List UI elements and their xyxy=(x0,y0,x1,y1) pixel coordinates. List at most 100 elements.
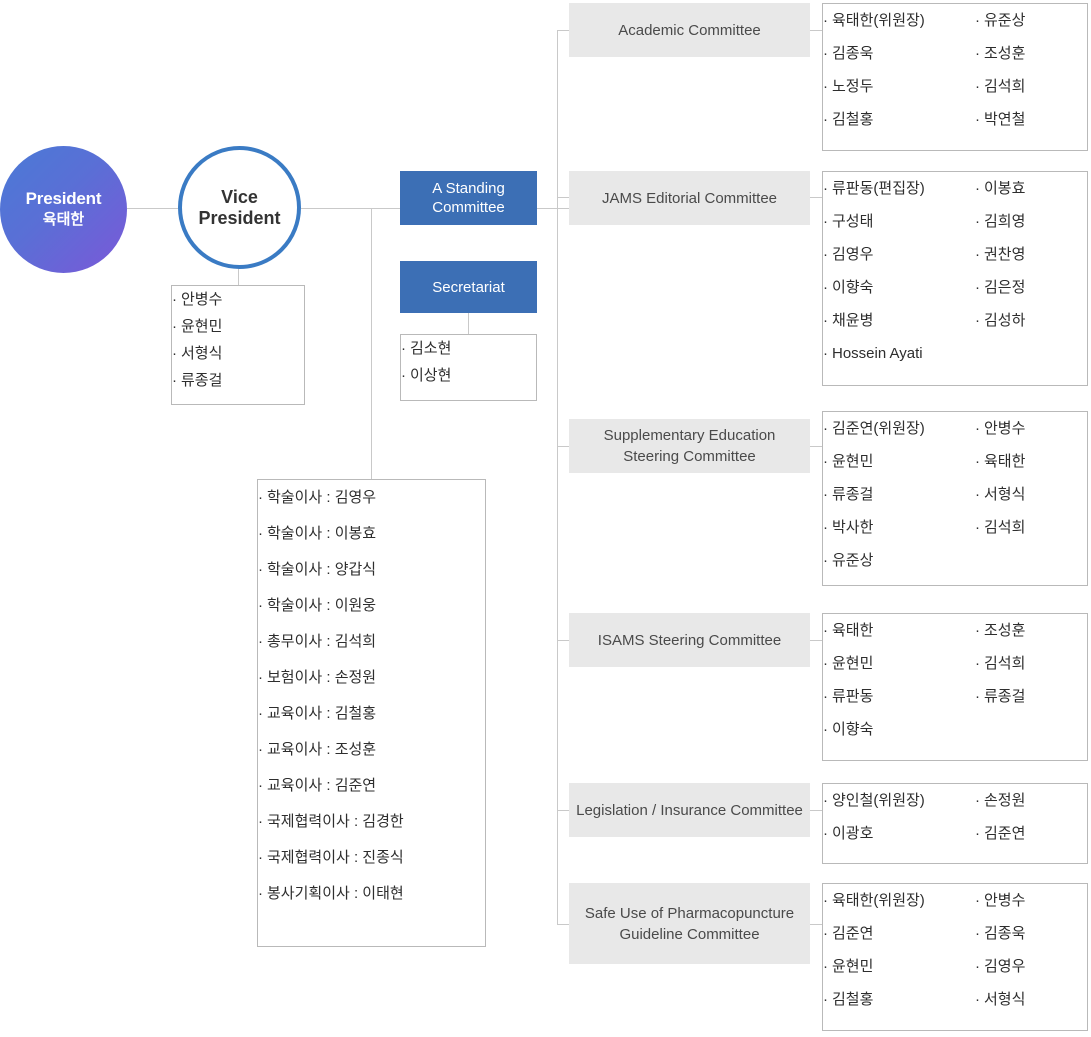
directors-box: 학술이사 : 김영우 학술이사 : 이봉효 학술이사 : 양갑식 학술이사 : … xyxy=(257,479,486,947)
vice-president-members-box: 안병수 윤현민 서형식 류종걸 xyxy=(171,285,305,405)
directors-list: 학술이사 : 김영우 학술이사 : 이봉효 학술이사 : 양갑식 학술이사 : … xyxy=(258,480,485,912)
list-item: 권찬영 xyxy=(975,238,1087,271)
committee-trunk-line xyxy=(557,30,558,924)
list-item: 이향숙 xyxy=(823,713,975,746)
list-item: Hossein Ayati xyxy=(823,337,1087,370)
secretariat-box[interactable]: Secretariat xyxy=(400,261,537,313)
list-item: 류종걸 xyxy=(975,680,1087,713)
list-item: 학술이사 : 이봉효 xyxy=(258,516,485,552)
connector-secretariat-to-members xyxy=(468,312,469,334)
list-item: 안병수 xyxy=(975,884,1087,917)
vice-president-node[interactable]: Vice President xyxy=(178,146,301,269)
list-item: 육태한 xyxy=(975,445,1087,478)
president-name: 육태한 xyxy=(42,211,85,228)
organization-chart: President 육태한 Vice President 안병수 윤현민 서형식… xyxy=(0,0,1091,1037)
vice-president-title: Vice President xyxy=(198,187,280,229)
list-item: 채윤병 xyxy=(823,304,975,337)
list-item: 학술이사 : 김영우 xyxy=(258,480,485,516)
vice-president-title-line1: Vice xyxy=(221,186,258,207)
committee-box-isams-steering[interactable]: ISAMS Steering Committee xyxy=(569,613,810,667)
connector-standing-committee-to-trunk xyxy=(537,208,570,209)
committee-box-legislation-insurance[interactable]: Legislation / Insurance Committee xyxy=(569,783,810,837)
vice-president-member-list: 안병수 윤현민 서형식 류종걸 xyxy=(172,286,304,394)
list-item: 류판동 xyxy=(823,680,975,713)
committee-member-list: 육태한(위원장) 안병수 김준연 김종욱 윤현민 김영우 김철홍 서형식 xyxy=(823,884,1087,1016)
president-node[interactable]: President 육태한 xyxy=(0,146,127,273)
connector-committee-2-to-members xyxy=(810,446,822,447)
list-item: 류종걸 xyxy=(172,367,304,394)
list-item: 이광호 xyxy=(823,817,975,850)
list-item: 이상현 xyxy=(401,362,536,389)
list-item: 김준연 xyxy=(823,917,975,950)
list-item: 안병수 xyxy=(975,412,1087,445)
list-item: 김철홍 xyxy=(823,983,975,1016)
committee-members-box-supplementary-education: 김준연(위원장) 안병수 윤현민 육태한 류종걸 서형식 박사한 김석희 유준상 xyxy=(822,411,1088,586)
connector-vp-to-standing-committee xyxy=(301,208,400,209)
list-item: 김소현 xyxy=(401,335,536,362)
connector-committee-1-to-members xyxy=(810,197,822,198)
list-item: 유준상 xyxy=(823,544,975,577)
list-item: 교육이사 : 김철홍 xyxy=(258,696,485,732)
standing-committee-label: A Standing Committee xyxy=(432,180,505,216)
list-item: 박사한 xyxy=(823,511,975,544)
connector-committee-0-to-members xyxy=(810,30,822,31)
list-item: 이봉효 xyxy=(975,172,1087,205)
committee-label: Supplementary Education Steering Committ… xyxy=(603,427,776,465)
list-item: 윤현민 xyxy=(823,445,975,478)
list-item: 김영우 xyxy=(823,238,975,271)
list-item: 류종걸 xyxy=(823,478,975,511)
committee-member-list: 육태한 조성훈 윤현민 김석희 류판동 류종걸 이향숙 xyxy=(823,614,1087,746)
list-item: 안병수 xyxy=(172,286,304,313)
secretariat-label: Secretariat xyxy=(432,278,505,296)
committee-label: ISAMS Steering Committee xyxy=(597,631,782,649)
committee-label: Academic Committee xyxy=(618,21,761,39)
list-item: 김준연 xyxy=(975,817,1087,850)
list-item: 학술이사 : 이원웅 xyxy=(258,588,485,624)
list-item: 육태한(위원장) xyxy=(823,4,975,37)
list-item: 봉사기획이사 : 이태현 xyxy=(258,876,485,912)
list-item: 김종욱 xyxy=(823,37,975,70)
list-item: 학술이사 : 양갑식 xyxy=(258,552,485,588)
committee-members-box-isams-steering: 육태한 조성훈 윤현민 김석희 류판동 류종걸 이향숙 xyxy=(822,613,1088,761)
list-item: 김준연(위원장) xyxy=(823,412,975,445)
list-item: 조성훈 xyxy=(975,614,1087,647)
president-title: President xyxy=(25,189,102,208)
standing-committee-box[interactable]: A Standing Committee xyxy=(400,171,537,225)
list-item: 육태한(위원장) xyxy=(823,884,975,917)
list-item: 교육이사 : 김준연 xyxy=(258,768,485,804)
connector-committee-3-to-members xyxy=(810,640,822,641)
list-item: 김석희 xyxy=(975,70,1087,103)
list-item: 김은정 xyxy=(975,271,1087,304)
list-item: 조성훈 xyxy=(975,37,1087,70)
list-item: 육태한 xyxy=(823,614,975,647)
connector-committee-4-to-members xyxy=(810,810,822,811)
committee-members-box-legislation-insurance: 양인철(위원장) 손정원 이광호 김준연 xyxy=(822,783,1088,864)
committee-box-safe-pharmacopuncture[interactable]: Safe Use of Pharmacopuncture Guideline C… xyxy=(569,883,810,964)
list-item: 국제협력이사 : 진종식 xyxy=(258,840,485,876)
list-item: 김희영 xyxy=(975,205,1087,238)
committee-label: Safe Use of Pharmacopuncture Guideline C… xyxy=(584,904,795,943)
secretariat-member-list: 김소현 이상현 xyxy=(401,335,536,389)
list-item: 서형식 xyxy=(975,478,1087,511)
list-item: 윤현민 xyxy=(172,313,304,340)
list-item: 양인철(위원장) xyxy=(823,784,975,817)
connector-spine-to-directors xyxy=(371,208,372,479)
committee-label: JAMS Editorial Committee xyxy=(601,189,778,207)
list-item: 유준상 xyxy=(975,4,1087,37)
list-item: 윤현민 xyxy=(823,647,975,680)
committee-member-list: 양인철(위원장) 손정원 이광호 김준연 xyxy=(823,784,1087,850)
connector-president-to-vp xyxy=(127,208,178,209)
connector-committee-5-to-members xyxy=(810,924,822,925)
committee-box-academic[interactable]: Academic Committee xyxy=(569,3,810,57)
list-item: 김종욱 xyxy=(975,917,1087,950)
committee-member-list: 류판동(편집장) 이봉효 구성태 김희영 김영우 권찬영 이향숙 김은정 채윤병… xyxy=(823,172,1087,370)
list-item: 김철홍 xyxy=(823,103,975,136)
list-item: 국제협력이사 : 김경한 xyxy=(258,804,485,840)
committee-member-list: 김준연(위원장) 안병수 윤현민 육태한 류종걸 서형식 박사한 김석희 유준상 xyxy=(823,412,1087,577)
list-item: 보험이사 : 손정원 xyxy=(258,660,485,696)
committee-box-supplementary-education[interactable]: Supplementary Education Steering Committ… xyxy=(569,419,810,473)
committee-members-box-academic: 육태한(위원장) 유준상 김종욱 조성훈 노정두 김석희 김철홍 박연철 xyxy=(822,3,1088,151)
list-item: 서형식 xyxy=(172,340,304,367)
committee-box-jams-editorial[interactable]: JAMS Editorial Committee xyxy=(569,171,810,225)
list-item: 김석희 xyxy=(975,511,1087,544)
